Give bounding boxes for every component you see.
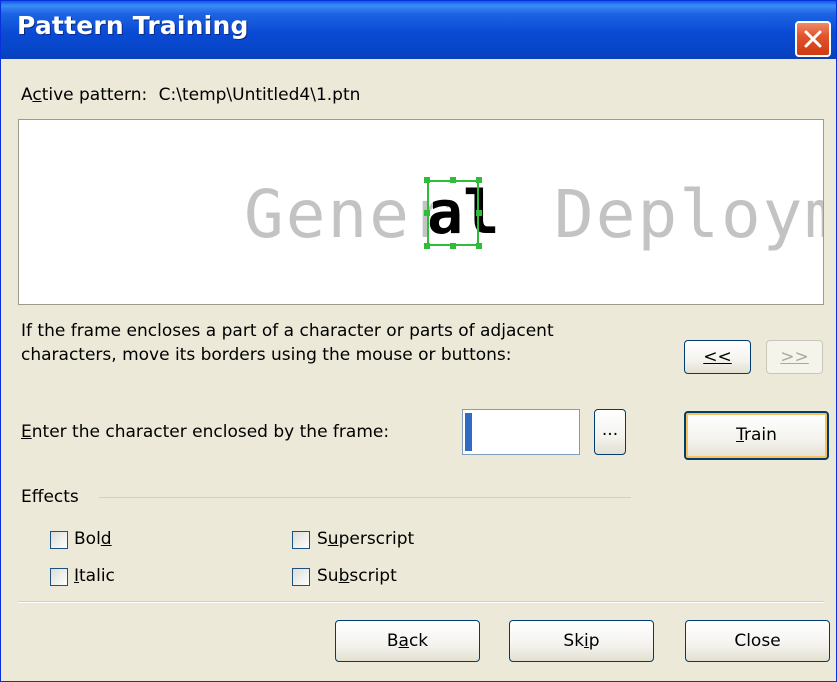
close-icon	[804, 30, 822, 48]
superscript-label[interactable]: Superscript	[317, 529, 414, 549]
pattern-preview[interactable]: Gener al Deployme	[18, 119, 824, 305]
footer-separator	[18, 601, 824, 603]
frame-handle-t[interactable]	[450, 177, 456, 183]
close-window-button[interactable]	[795, 21, 831, 57]
browse-characters-button[interactable]: ...	[594, 409, 626, 455]
skip-button[interactable]: Skip	[509, 620, 654, 662]
active-pattern-path: C:\temp\Untitled4\1.ptn	[158, 85, 361, 105]
frame-handle-tr[interactable]	[476, 177, 482, 183]
character-input[interactable]	[462, 409, 580, 455]
window-title: Pattern Training	[17, 11, 249, 40]
frame-handle-l[interactable]	[424, 210, 430, 216]
enter-character-label: Enter the character enclosed by the fram…	[21, 422, 390, 442]
frame-handle-br[interactable]	[476, 243, 482, 249]
italic-label[interactable]: Italic	[74, 566, 115, 586]
preview-text-left: Gener	[244, 176, 453, 253]
close-button[interactable]: Close	[685, 620, 830, 662]
effects-divider	[99, 497, 631, 498]
pattern-training-dialog: Pattern Training Active pattern: C:\temp…	[0, 0, 837, 682]
bold-checkbox[interactable]	[50, 531, 68, 549]
frame-handle-b[interactable]	[450, 243, 456, 249]
move-frame-right-button[interactable]: >>	[766, 340, 823, 374]
back-button[interactable]: Back	[335, 620, 480, 662]
frame-handle-r[interactable]	[476, 210, 482, 216]
train-button[interactable]: Train	[684, 411, 829, 460]
subscript-checkbox[interactable]	[292, 568, 310, 586]
frame-handle-tl[interactable]	[424, 177, 430, 183]
active-pattern-label: Active pattern: C:\temp\Untitled4\1.ptn	[21, 85, 361, 105]
character-frame[interactable]	[427, 180, 479, 246]
subscript-label[interactable]: Subscript	[317, 566, 397, 586]
superscript-checkbox[interactable]	[292, 531, 310, 549]
input-caret	[465, 413, 472, 451]
instructions-line2: characters, move its borders using the m…	[21, 345, 512, 365]
title-bar[interactable]: Pattern Training	[1, 1, 836, 59]
preview-text-right: Deployme	[554, 176, 823, 253]
move-frame-left-button[interactable]: <<	[684, 340, 751, 374]
bold-label[interactable]: Bold	[74, 529, 112, 549]
instructions-line1: If the frame encloses a part of a charac…	[21, 321, 554, 341]
italic-checkbox[interactable]	[50, 568, 68, 586]
frame-handle-bl[interactable]	[424, 243, 430, 249]
effects-group-title: Effects	[21, 487, 79, 507]
